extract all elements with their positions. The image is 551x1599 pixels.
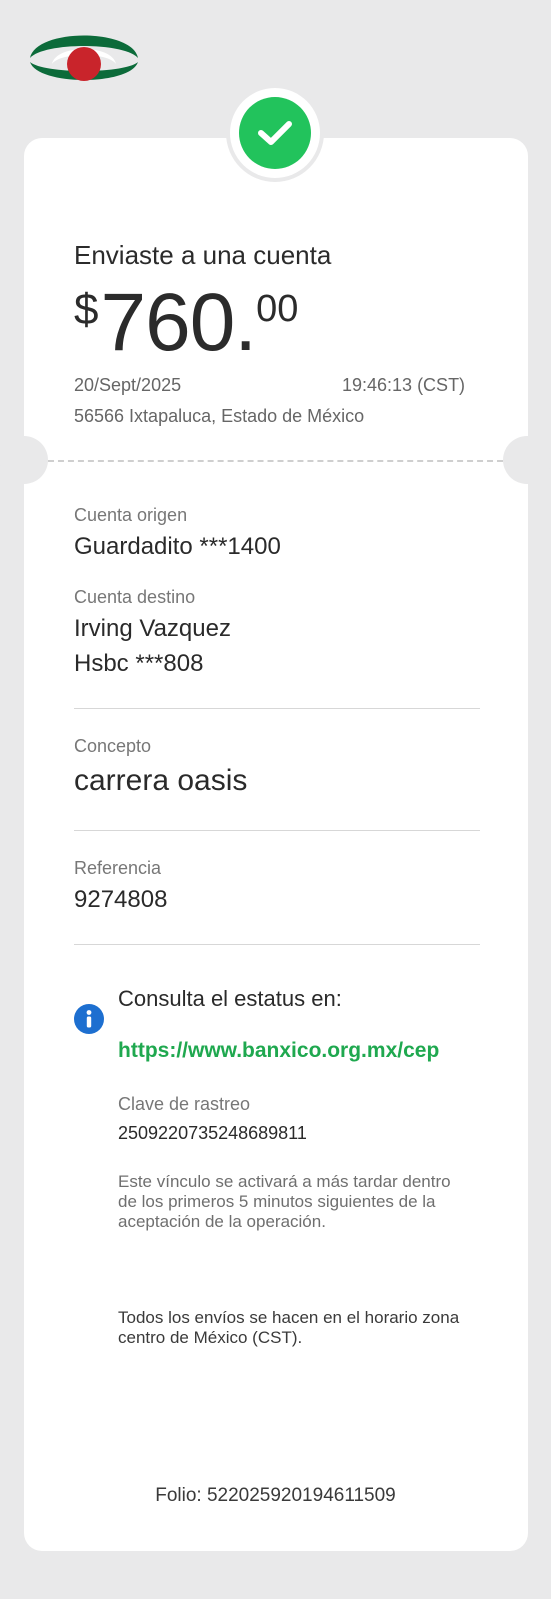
banco-azteca-logo xyxy=(28,22,140,90)
receipt-title: Enviaste a una cuenta xyxy=(74,240,332,270)
info-icon xyxy=(74,1004,104,1034)
concept-value: carrera oasis xyxy=(74,764,248,797)
transfer-amount: $760.00 xyxy=(74,282,298,364)
reference-value: 9274808 xyxy=(74,886,168,913)
folio-number: Folio: 522025920194611509 xyxy=(155,1485,396,1506)
tracking-key-label: Clave de rastreo xyxy=(118,1094,251,1114)
transfer-date: 20/Sept/2025 xyxy=(74,375,182,395)
amount-integer: 760. xyxy=(100,277,257,368)
activation-note: Este vínculo se activará a más tardar de… xyxy=(118,1172,451,1231)
divider xyxy=(74,708,480,709)
banxico-cep-link[interactable]: https://www.banxico.org.mx/cep xyxy=(118,1038,448,1063)
reference-label: Referencia xyxy=(74,858,162,878)
transfer-location: 56566 Ixtapaluca, Estado de México xyxy=(74,406,365,426)
amount-cents: 00 xyxy=(256,288,299,330)
check-circle-icon xyxy=(239,97,311,169)
transfer-time: 19:46:13 (CST) xyxy=(342,375,466,395)
timezone-note: Todos los envíos se hacen en el horario … xyxy=(118,1308,460,1347)
dashed-divider xyxy=(48,460,503,462)
destination-account: Hsbc ***808 xyxy=(74,650,204,677)
destination-name: Irving Vazquez xyxy=(74,615,231,642)
ticket-notch-left xyxy=(0,436,48,484)
concept-label: Concepto xyxy=(74,736,152,756)
tracking-key-value: 2509220735248689811 xyxy=(118,1123,307,1143)
destination-account-label: Cuenta destino xyxy=(74,587,196,607)
origin-account-value: Guardadito ***1400 xyxy=(74,533,281,560)
origin-account-label: Cuenta origen xyxy=(74,505,188,525)
divider xyxy=(74,944,480,945)
divider xyxy=(74,830,480,831)
ticket-notch-right xyxy=(503,436,551,484)
status-prompt: Consulta el estatus en: xyxy=(118,986,342,1011)
success-badge xyxy=(226,84,324,182)
currency-symbol: $ xyxy=(74,285,99,334)
